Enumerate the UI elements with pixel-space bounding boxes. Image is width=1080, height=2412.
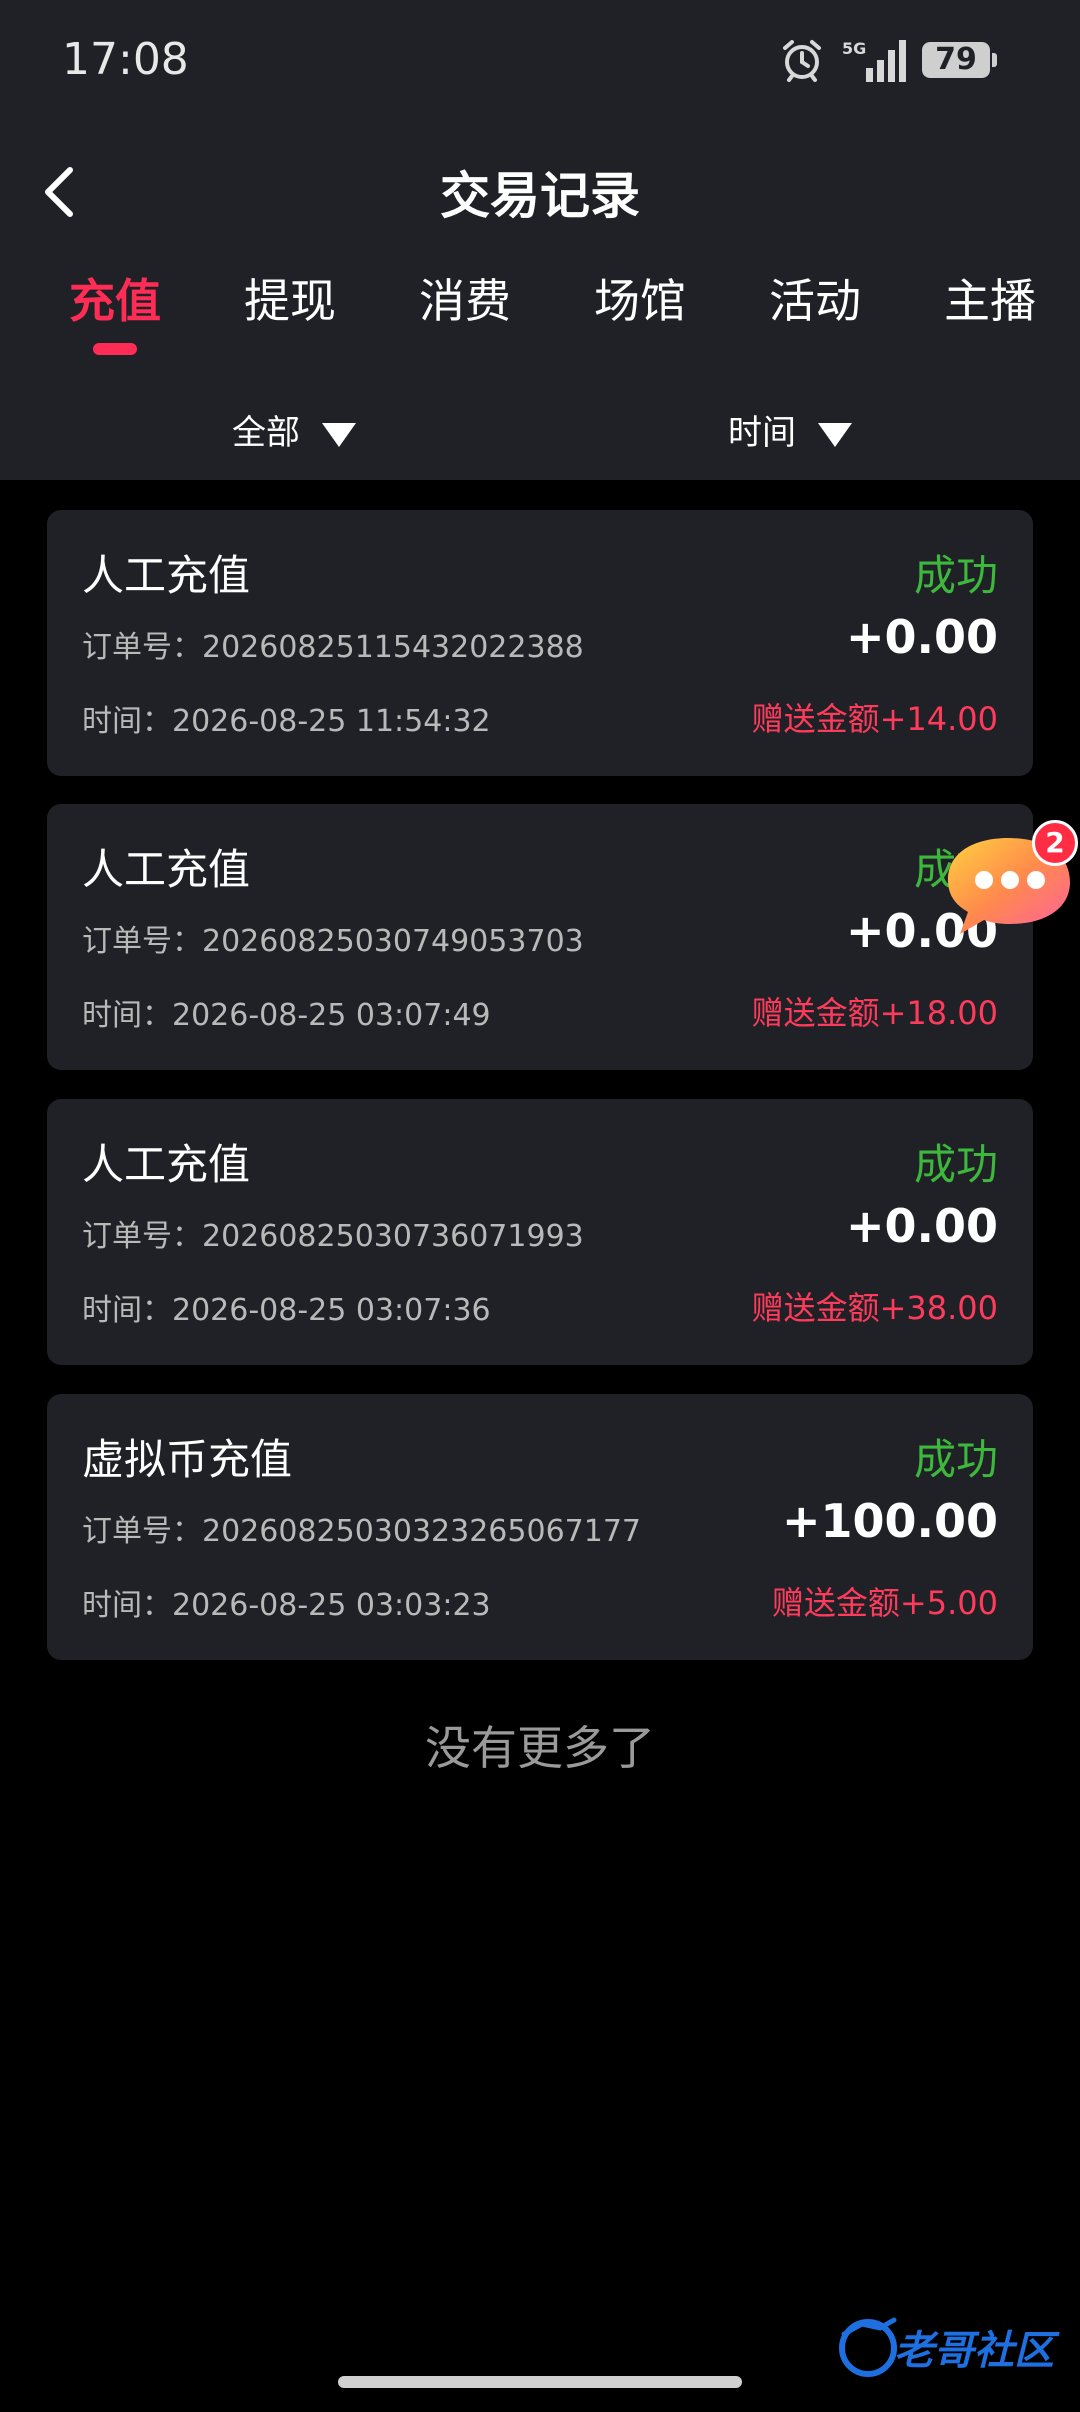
record-bonus: 赠送金额+14.00 — [751, 700, 998, 738]
record-card[interactable]: 人工充值 成功 订单号：20260825030749053703 +0.00 时… — [47, 804, 1033, 1070]
tab-bar: 充值 提现 消费 场馆 活动 主播 — [0, 265, 1080, 355]
tab-label: 提现 — [244, 274, 336, 328]
filter-time-label: 时间 — [728, 413, 796, 453]
status-bar: 17:08 5G 79 — [0, 0, 1080, 120]
record-order-number: 订单号：20260825030749053703 — [82, 924, 584, 959]
dragon-logo-icon — [839, 2317, 897, 2377]
signal-5g-icon: 5G — [842, 39, 906, 82]
tab-label: 活动 — [769, 274, 861, 328]
tab-anchor[interactable]: 主播 — [920, 265, 1060, 331]
record-order-number: 订单号：20260825030323265067177 — [82, 1514, 641, 1549]
no-more-label: 没有更多了 — [425, 1721, 655, 1775]
caret-down-icon — [322, 422, 356, 447]
home-indicator[interactable] — [338, 2376, 742, 2388]
record-bonus: 赠送金额+38.00 — [751, 1289, 998, 1327]
record-bonus: 赠送金额+5.00 — [771, 1584, 998, 1622]
network-label: 5G — [842, 39, 866, 58]
record-amount: +0.00 — [845, 610, 998, 664]
record-type: 虚拟币充值 — [82, 1435, 293, 1484]
record-time: 时间：2026-08-25 03:07:49 — [82, 998, 491, 1033]
caret-down-icon — [818, 422, 852, 447]
record-amount: +0.00 — [845, 1199, 998, 1253]
tab-withdraw[interactable]: 提现 — [220, 265, 360, 331]
alarm-icon — [783, 40, 821, 82]
status-time: 17:08 — [62, 34, 189, 85]
tab-label: 充值 — [69, 274, 161, 328]
header: 交易记录 充值 提现 消费 场馆 活动 主播 全部 时间 — [0, 120, 1080, 480]
filter-time-dropdown[interactable]: 时间 — [728, 405, 852, 454]
record-type: 人工充值 — [82, 551, 251, 600]
record-order-number: 订单号：20260825030736071993 — [82, 1219, 584, 1254]
record-status: 成功 — [913, 1140, 998, 1189]
record-time: 时间：2026-08-25 03:03:23 — [82, 1588, 491, 1623]
watermark-logo: 老哥社区 — [836, 2312, 1072, 2380]
tab-label: 场馆 — [594, 274, 686, 328]
filter-type-label: 全部 — [232, 413, 300, 453]
floating-chat-button[interactable]: 2 — [938, 820, 1080, 945]
tab-venue[interactable]: 场馆 — [570, 265, 710, 331]
tab-consume[interactable]: 消费 — [395, 265, 535, 331]
page-title: 交易记录 — [440, 167, 640, 225]
record-card[interactable]: 虚拟币充值 成功 订单号：20260825030323265067177 +10… — [47, 1394, 1033, 1660]
record-type: 人工充值 — [82, 845, 251, 894]
record-time: 时间：2026-08-25 03:07:36 — [82, 1293, 491, 1328]
record-bonus: 赠送金额+18.00 — [751, 994, 998, 1032]
record-time: 时间：2026-08-25 11:54:32 — [82, 704, 491, 739]
tab-activity[interactable]: 活动 — [745, 265, 885, 331]
filter-type-dropdown[interactable]: 全部 — [232, 405, 356, 454]
watermark-text: 老哥社区 — [894, 2328, 1054, 2374]
record-card[interactable]: 人工充值 成功 订单号：20260825115432022388 +0.00 时… — [47, 510, 1033, 776]
active-tab-indicator — [93, 343, 137, 355]
tab-label: 主播 — [944, 274, 1036, 328]
record-status: 成功 — [913, 1435, 998, 1484]
tab-label: 消费 — [419, 274, 511, 328]
chat-unread-badge: 2 — [1032, 820, 1078, 866]
tab-recharge[interactable]: 充值 — [45, 265, 185, 355]
record-card[interactable]: 人工充值 成功 订单号：20260825030736071993 +0.00 时… — [47, 1099, 1033, 1365]
battery-indicator: 79 — [922, 42, 997, 78]
record-order-number: 订单号：20260825115432022388 — [82, 630, 584, 665]
record-status: 成功 — [913, 551, 998, 600]
record-amount: +100.00 — [781, 1494, 998, 1548]
record-type: 人工充值 — [82, 1140, 251, 1189]
